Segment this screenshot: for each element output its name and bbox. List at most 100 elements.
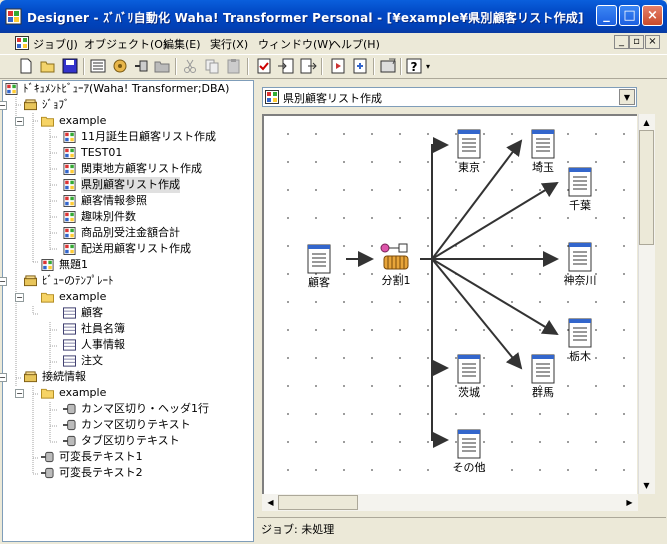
connector-icon[interactable] [133,57,151,75]
output-node-kanagawa[interactable]: 神奈川 [550,242,610,288]
run-icon[interactable] [351,57,369,75]
connection-icon [41,451,54,463]
app-icon[interactable] [5,8,22,25]
toolbar-separator [247,58,249,75]
node-label: 神奈川 [563,274,597,287]
node-label: 群馬 [532,386,554,399]
tree-node-label: 注文 [81,354,103,367]
cut-icon[interactable] [181,57,199,75]
view-template-icon [63,355,76,367]
tree-node-label: タブ区切りテキスト [81,434,180,447]
node-label: 茨城 [458,386,480,399]
scroll-right-arrow[interactable]: ▶ [622,495,637,510]
close-button[interactable]: × [642,5,663,26]
menu-run[interactable]: 実行(X) [210,36,248,52]
window-title: Designer - ｽﾞﾊﾞﾘ自動化 Waha! Transformer Pe… [27,11,584,25]
menu-window[interactable]: ウィンドウ(W) [258,36,332,52]
document-icon [531,129,555,159]
tree-node-label: ﾄﾞｷｭﾒﾝﾄﾋﾞｭｰｱ(Waha! Transformer;DBA) [23,82,230,95]
settings-icon[interactable] [379,57,397,75]
source-node[interactable]: 顧客 [289,244,349,290]
view-template-icon [63,339,76,351]
job-icon [265,90,279,104]
document-icon [531,354,555,384]
tree-node-label: 社員名簿 [81,322,125,335]
new-file-icon[interactable] [17,57,35,75]
tree-node-label: 顧客 [81,306,103,319]
job-icon [63,195,76,207]
collapse-toggle-icon[interactable]: − [15,389,24,398]
menu-object[interactable]: オブジェクト(O) [84,36,167,52]
help-dropdown-arrow[interactable]: ▾ [426,62,430,71]
open-folder-icon[interactable] [39,57,57,75]
toolbar-separator [373,58,375,75]
connection-icon [63,419,76,431]
collapse-toggle-icon[interactable]: − [0,101,7,110]
tree-node-label: ｼﾞｮﾌﾞ [42,98,70,111]
connection-icon [41,467,54,479]
scroll-left-arrow[interactable]: ◀ [263,495,278,510]
document-icon [307,244,331,274]
output-node-chiba[interactable]: 千葉 [550,167,610,213]
tree-node-label: 人事情報 [81,338,125,351]
document-icon [457,429,481,459]
collapse-toggle-icon[interactable]: − [0,373,7,382]
collapse-toggle-icon[interactable]: − [15,293,24,302]
mdi-minimize-button[interactable]: _ [614,35,629,49]
vertical-scroll-thumb[interactable] [639,130,654,245]
tree-node-label: 商品別受注金額合計 [81,226,180,239]
document-window-icon[interactable] [15,36,29,50]
tree-node-label: カンマ区切り・ヘッダ1行 [81,402,209,415]
job-icon [63,163,76,175]
splitter-node[interactable]: 分割1 [366,242,426,288]
save-icon[interactable] [61,57,79,75]
job-select-dropdown-button[interactable]: ▼ [619,89,635,105]
collapse-toggle-icon[interactable]: − [0,277,7,286]
node-label: 分割1 [381,274,411,287]
output-node-ibaraki[interactable]: 茨城 [439,354,499,400]
copy-icon[interactable] [203,57,221,75]
horizontal-scroll-thumb[interactable] [278,495,358,510]
minimize-button[interactable]: _ [596,5,617,26]
properties-icon[interactable] [329,57,347,75]
document-icon [457,129,481,159]
document-icon [568,318,592,348]
maximize-button[interactable]: □ [619,5,640,26]
check-icon[interactable] [255,57,273,75]
status-text: ジョブ: 未処理 [261,523,335,536]
collapse-toggle-icon[interactable]: − [15,117,24,126]
tree-node-label: example [59,386,107,399]
document-icon [568,167,592,197]
scroll-down-arrow[interactable]: ▼ [639,478,654,493]
connection-icon [63,435,76,447]
node-label: その他 [452,461,486,474]
scroll-up-arrow[interactable]: ▲ [639,115,654,130]
help-icon[interactable]: ? [405,57,423,75]
node-label: 千葉 [569,199,591,212]
document-viewer-icon [5,83,18,95]
menu-edit[interactable]: 編集(E) [163,36,201,52]
document-icon [568,242,592,272]
tree-node-label: 可変長テキスト1 [59,450,143,463]
folder-icon [41,115,54,127]
tree-node-label: 県別顧客リスト作成 [81,177,180,193]
import-icon[interactable] [277,57,295,75]
folder-icon[interactable] [153,57,171,75]
output-node-other[interactable]: その他 [439,429,499,475]
tree-node-label: 無題1 [59,258,88,271]
connections-drawer-icon [24,371,37,383]
jobs-icon[interactable] [111,57,129,75]
menu-job[interactable]: ジョブ(J) [33,36,78,52]
list-view-icon[interactable] [89,57,107,75]
output-node-gunma[interactable]: 群馬 [513,354,573,400]
tree-node-label: TEST01 [81,146,123,159]
node-label: 東京 [458,161,480,174]
mdi-restore-button[interactable]: ▫ [629,35,644,49]
mdi-close-button[interactable]: × [645,35,660,49]
job-icon [63,211,76,223]
export-icon[interactable] [299,57,317,75]
menu-help[interactable]: ヘルプ(H) [330,36,380,52]
paste-icon[interactable] [225,57,243,75]
job-icon [41,259,54,271]
output-node-tokyo[interactable]: 東京 [439,129,499,175]
